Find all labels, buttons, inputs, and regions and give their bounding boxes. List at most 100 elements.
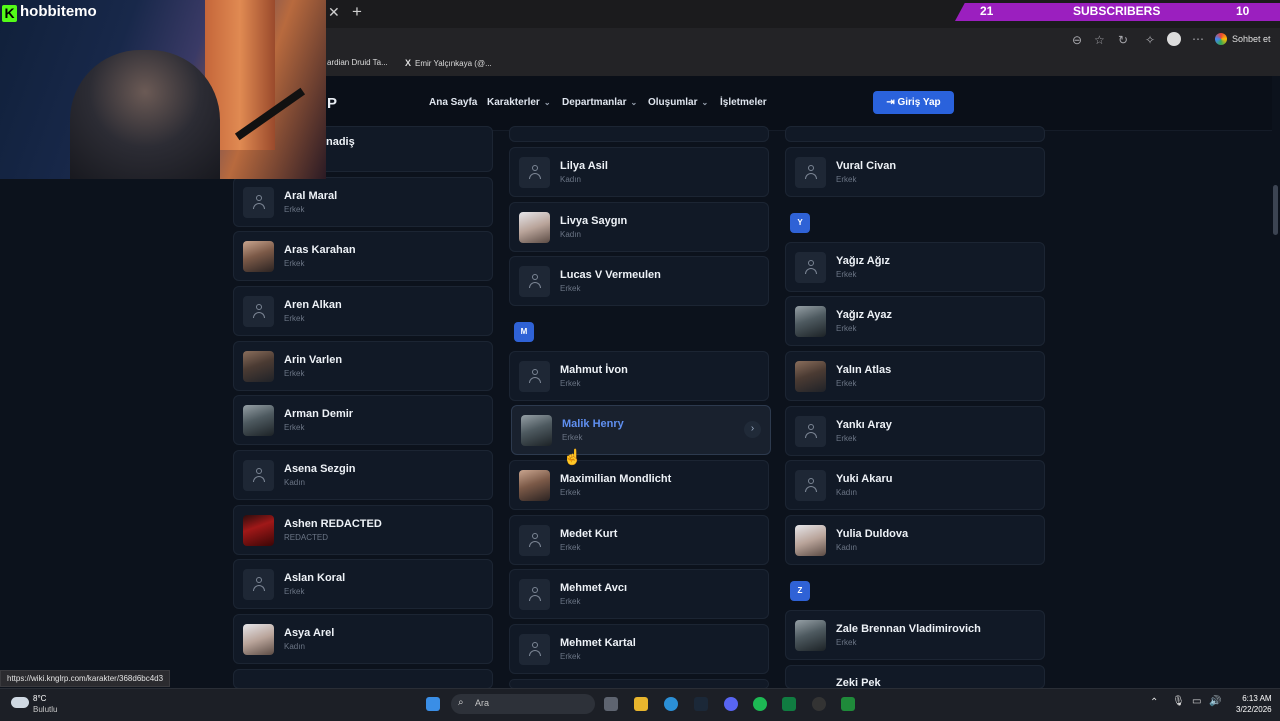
character-gender: Erkek (560, 379, 581, 388)
excel-icon[interactable] (782, 697, 796, 711)
character-card[interactable]: Maximilian Mondlicht Erkek (509, 460, 769, 510)
close-tab-icon[interactable]: ✕ (328, 4, 340, 21)
discord-icon[interactable] (724, 697, 738, 711)
character-card[interactable]: Aras Karahan Erkek (233, 231, 493, 281)
character-card[interactable]: Yağız Ağız Erkek (785, 242, 1045, 292)
character-name: Asena Sezgin (284, 463, 356, 475)
character-card[interactable]: Aral Maral Erkek (233, 177, 493, 227)
character-card[interactable]: Zale Brennan Vladimirovich Erkek (785, 610, 1045, 660)
character-card[interactable]: Yağız Ayaz Erkek (785, 296, 1045, 346)
avatar-placeholder-icon (519, 157, 550, 188)
character-card[interactable]: Lilya Asil Kadın (509, 147, 769, 197)
character-gender: Kadın (560, 175, 581, 184)
character-card[interactable]: Lucas V Vermeulen Erkek (509, 256, 769, 306)
login-button[interactable]: ⇥ Giriş Yap (873, 91, 954, 114)
edge-icon[interactable] (664, 697, 678, 711)
character-card[interactable]: Vural Civan Erkek (785, 147, 1045, 197)
avatar-placeholder-icon (519, 266, 550, 297)
avatar-placeholder-icon (795, 470, 826, 501)
character-gender: Erkek (284, 314, 305, 323)
chat-button[interactable]: Sohbet et (1215, 33, 1271, 45)
character-card[interactable]: Aslan Koral Erkek (233, 559, 493, 609)
chevron-up-icon[interactable]: ⌃ (1150, 697, 1158, 708)
nav-olusumlar[interactable]: Oluşumlar ⌄ (648, 97, 708, 108)
obs-icon[interactable] (812, 697, 826, 711)
taskbar-search[interactable] (451, 694, 595, 714)
character-card[interactable]: Livya Saygın Kadın (509, 202, 769, 252)
volume-icon[interactable]: 🔊 (1209, 696, 1221, 707)
character-name: Vural Civan (836, 160, 897, 172)
spotify-icon[interactable] (753, 697, 767, 711)
bookmark-druid[interactable]: ardian Druid Ta... (327, 58, 388, 67)
character-card[interactable]: Mehmet Avcı Erkek (509, 569, 769, 619)
login-icon: ⇥ (886, 97, 898, 108)
character-card[interactable] (233, 669, 493, 689)
avatar-placeholder-icon (795, 252, 826, 283)
avatar-placeholder-icon (795, 157, 826, 188)
character-card[interactable] (509, 126, 769, 142)
chevron-right-icon[interactable]: › (744, 421, 761, 438)
subscriber-banner: 21 SUBSCRIBERS 10 (955, 3, 1280, 21)
character-card[interactable]: Yankı Aray Erkek (785, 406, 1045, 456)
character-card[interactable]: Mahmut İvon Erkek (509, 351, 769, 401)
webcam-overlay (0, 0, 326, 179)
character-name: Aral Maral (284, 190, 338, 202)
avatar (243, 405, 274, 436)
character-name: Lucas V Vermeulen (560, 269, 661, 281)
nav-isletmeler[interactable]: İşletmeler (720, 97, 767, 108)
weather-temp[interactable]: 8°C (33, 694, 46, 703)
bookmark-emir[interactable]: X Emir Yalçınkaya (@... (405, 58, 492, 68)
character-card[interactable]: Yuki Akaru Kadın (785, 460, 1045, 510)
profile-icon[interactable] (1167, 32, 1181, 46)
block-icon[interactable]: ⊖ (1072, 33, 1082, 47)
character-name: Lilya Asil (560, 160, 608, 172)
letter-section-y: Y (790, 213, 810, 233)
character-card[interactable]: Aren Alkan Erkek (233, 286, 493, 336)
character-card[interactable]: Arman Demir Erkek (233, 395, 493, 445)
task-view-icon[interactable] (604, 697, 618, 711)
character-name: Mahmut İvon (560, 364, 628, 376)
windows-start-icon[interactable] (426, 697, 440, 711)
refresh-icon[interactable]: ↻ (1118, 33, 1128, 47)
character-card[interactable]: Asya Arel Kadın (233, 614, 493, 664)
character-card[interactable]: Arin Varlen Erkek (233, 341, 493, 391)
favorites-icon[interactable]: ✧ (1145, 33, 1155, 47)
character-card[interactable]: Asena Sezgin Kadın (233, 450, 493, 500)
scrollbar-track[interactable] (1272, 76, 1280, 688)
app-icon[interactable] (841, 697, 855, 711)
clock[interactable]: 6:13 AM 3/22/2026 (1236, 693, 1272, 715)
chevron-down-icon: ⌄ (701, 98, 709, 107)
weather-desc[interactable]: Bulutlu (33, 705, 57, 714)
nav-karakterler[interactable]: Karakterler ⌄ (487, 97, 551, 108)
character-card[interactable]: Mehmet Kartal Erkek (509, 624, 769, 674)
character-name: Yağız Ağız (836, 255, 890, 267)
character-name: Arin Varlen (284, 354, 343, 366)
letter-section-z: Z (790, 581, 810, 601)
new-tab-icon[interactable]: + (352, 2, 362, 22)
character-gender: Erkek (562, 433, 583, 442)
avatar-placeholder-icon (243, 460, 274, 491)
character-card-hovered[interactable]: Malik Henry Erkek › (511, 405, 771, 455)
avatar-placeholder-icon (795, 416, 826, 447)
character-card[interactable]: Yalın Atlas Erkek (785, 351, 1045, 401)
character-card[interactable]: Medet Kurt Erkek (509, 515, 769, 565)
avatar (795, 361, 826, 392)
scrollbar-thumb[interactable] (1273, 185, 1278, 235)
network-icon[interactable]: ▭ (1192, 696, 1201, 707)
site-logo[interactable]: P (327, 95, 337, 112)
nav-ana-sayfa[interactable]: Ana Sayfa (429, 97, 477, 108)
steam-icon[interactable] (694, 697, 708, 711)
character-gender: Erkek (836, 379, 857, 388)
file-explorer-icon[interactable] (634, 697, 648, 711)
nav-departmanlar[interactable]: Departmanlar ⌄ (562, 97, 637, 108)
character-name: Mehmet Kartal (560, 637, 636, 649)
character-name: Medet Kurt (560, 528, 618, 540)
more-icon[interactable]: ⋯ (1192, 32, 1204, 46)
character-name: Aras Karahan (284, 244, 356, 256)
character-card[interactable] (785, 126, 1045, 142)
character-card[interactable]: Yulia Duldova Kadın (785, 515, 1045, 565)
star-icon[interactable]: ☆ (1094, 33, 1105, 47)
character-card[interactable]: Ashen REDACTED REDACTED (233, 505, 493, 555)
character-card[interactable]: Zeki Pek (785, 665, 1045, 689)
microphone-icon[interactable]: 🎙 (1172, 696, 1185, 707)
